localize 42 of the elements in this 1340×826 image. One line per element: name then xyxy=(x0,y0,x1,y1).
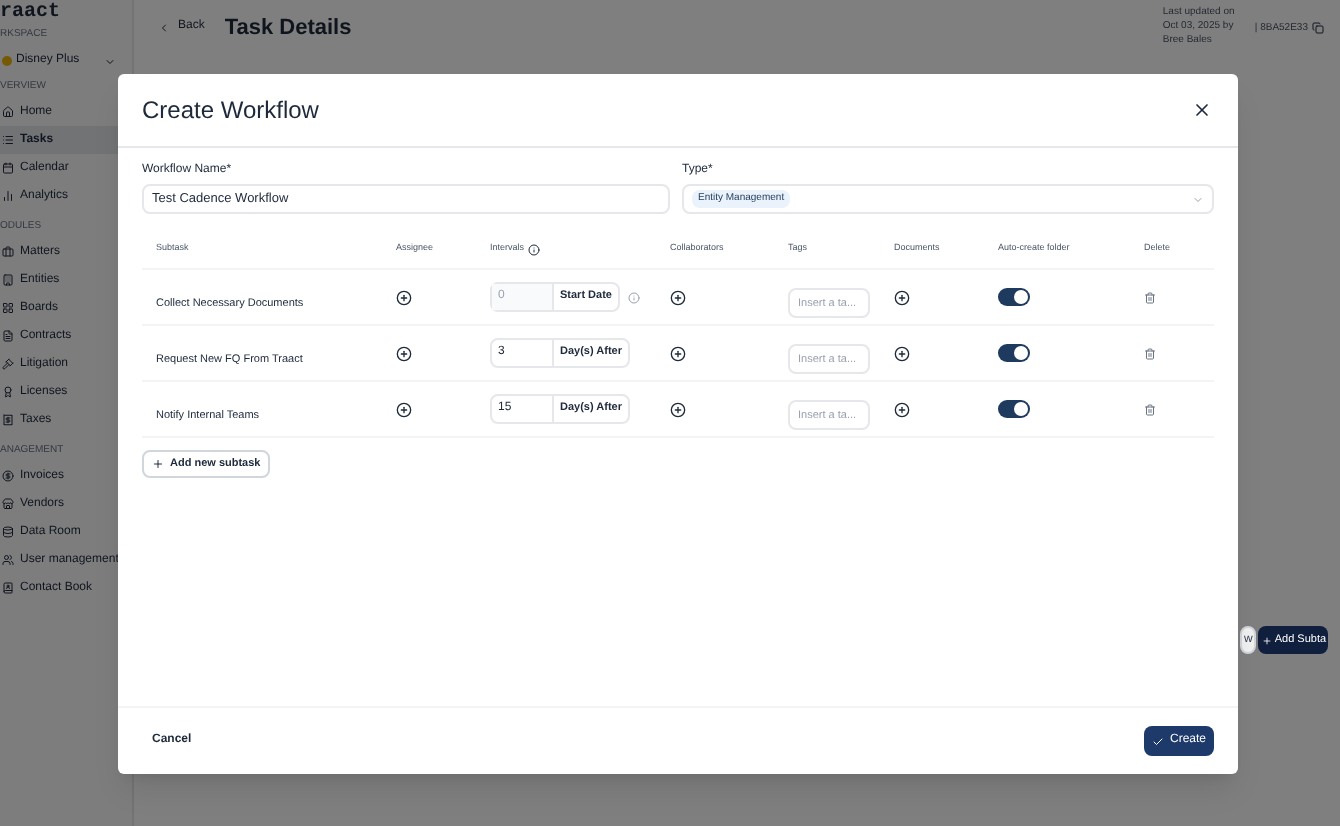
sidebar-item-icon xyxy=(2,358,14,370)
check-icon xyxy=(1151,735,1164,747)
sidebar-item-icon xyxy=(2,274,14,286)
add-document-icon[interactable] xyxy=(894,289,910,305)
info-icon xyxy=(528,243,541,255)
sidebar-item-icon xyxy=(2,134,14,146)
copy-icon xyxy=(1312,22,1324,34)
sidebar-item-icon xyxy=(2,106,14,118)
auto-create-toggle[interactable] xyxy=(998,400,1030,418)
dialog-title: Create Workflow xyxy=(142,94,319,128)
add-collaborator-icon[interactable] xyxy=(670,289,686,305)
plus-icon xyxy=(152,458,164,470)
add-document-icon[interactable] xyxy=(894,401,910,417)
sidebar-item-icon xyxy=(2,414,14,426)
sidebar-item-icon xyxy=(2,554,14,566)
delete-icon[interactable] xyxy=(1144,347,1156,359)
sidebar-item-icon xyxy=(2,162,14,174)
chevron-icon xyxy=(1192,193,1204,205)
sidebar-item-icon xyxy=(2,302,14,314)
add-assignee-icon[interactable] xyxy=(396,345,412,361)
add-collaborator-icon[interactable] xyxy=(670,345,686,361)
sidebar-item-icon xyxy=(2,470,14,482)
chevron-left-icon xyxy=(158,21,170,33)
add-assignee-icon[interactable] xyxy=(396,401,412,417)
chevron-icon xyxy=(104,55,116,67)
add-document-icon[interactable] xyxy=(894,345,910,361)
sidebar-item-icon xyxy=(2,386,14,398)
sidebar-item-icon xyxy=(2,330,14,342)
plus-icon xyxy=(1262,635,1273,645)
delete-icon[interactable] xyxy=(1144,403,1156,415)
sidebar-item-icon xyxy=(2,526,14,538)
page-title: Task Details xyxy=(224,14,352,44)
sidebar-item-icon xyxy=(2,498,14,510)
add-collaborator-icon[interactable] xyxy=(670,401,686,417)
logo: raact xyxy=(0,1,61,23)
delete-icon[interactable] xyxy=(1144,291,1156,303)
auto-create-toggle[interactable] xyxy=(998,344,1030,362)
sidebar-item-icon xyxy=(2,246,14,258)
sidebar-item-icon xyxy=(2,582,14,594)
close-button[interactable] xyxy=(1192,100,1212,120)
add-assignee-icon[interactable] xyxy=(396,289,412,305)
sidebar-item-icon xyxy=(2,190,14,202)
